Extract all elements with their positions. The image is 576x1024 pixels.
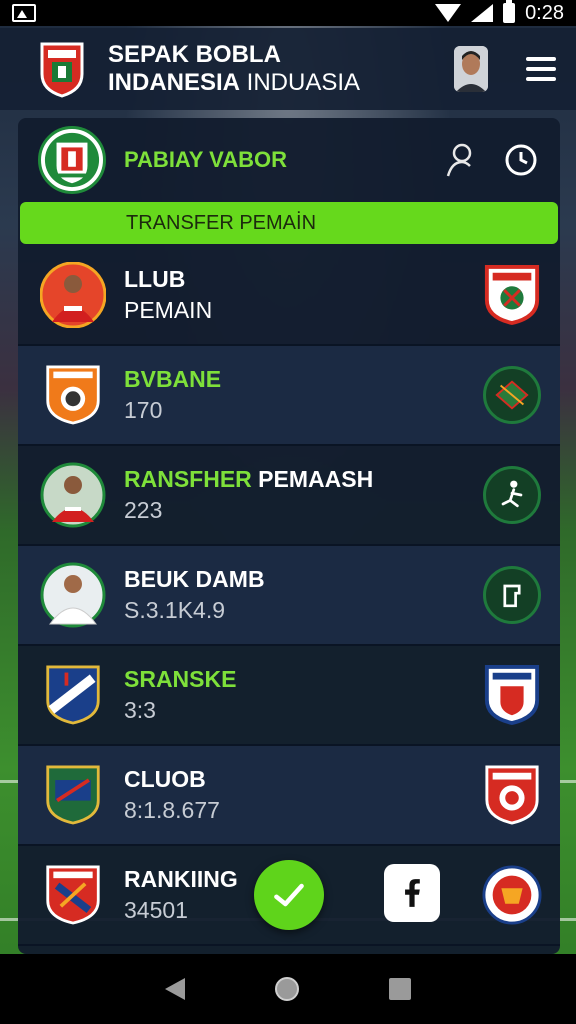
club-header: PABIAY VABOR (18, 118, 560, 202)
club-crest-icon[interactable] (38, 40, 86, 98)
club-crest-icon (40, 762, 106, 828)
app-header: SEPAK BOBLA INDANESIA INDUASIA (0, 28, 576, 110)
list-item-subtitle: S.3.1K4.9 (124, 597, 226, 623)
player-avatar (40, 462, 106, 528)
user-icon[interactable] (444, 142, 476, 178)
list-item-subtitle: 3:3 (124, 697, 156, 723)
battery-icon (503, 0, 516, 23)
list-item[interactable]: SRANSKE 3:3 (18, 646, 560, 746)
list-item-title-rest: PEMAASH (251, 466, 374, 492)
list-item-subtitle: 223 (124, 497, 163, 523)
list-item-title: RANSFHER (124, 466, 252, 492)
confirm-fab-button[interactable] (254, 860, 324, 930)
checkmark-icon (274, 883, 304, 907)
club-crest-icon (40, 362, 106, 428)
list: LLUB PEMAIN BVBANE 170 RANSFHER PEMAASH … (18, 246, 560, 946)
club-badge-icon (482, 662, 542, 728)
list-item-title: SRANSKE (124, 666, 237, 692)
app-title-line2-bold: INDANESIA (108, 69, 241, 96)
list-item[interactable]: CLUOB 8:1.8.677 (18, 746, 560, 846)
transfer-banner-label: TRANSFER PEMAİN (126, 211, 317, 234)
list-item-title: LLUB (124, 266, 186, 292)
running-icon (482, 462, 542, 528)
list-item-subtitle: 8:1.8.677 (124, 797, 220, 823)
home-icon[interactable] (275, 977, 299, 1001)
list-item-title: RANKIING (124, 866, 238, 892)
back-icon[interactable] (165, 978, 185, 1000)
list-item[interactable]: RANSFHER PEMAASH 223 (18, 446, 560, 546)
list-item[interactable]: BVBANE 170 (18, 346, 560, 446)
profile-avatar[interactable] (454, 46, 488, 92)
jersey-icon (482, 562, 542, 628)
list-item[interactable]: BEUK DAMB S.3.1K4.9 (18, 546, 560, 646)
pitch-icon (482, 362, 542, 428)
status-time: 0:28 (525, 1, 564, 24)
list-item-title: CLUOB (124, 766, 206, 792)
facebook-button[interactable] (384, 864, 440, 922)
player-avatar (40, 562, 106, 628)
wifi-icon (435, 4, 462, 22)
status-bar: 0:28 (0, 0, 576, 26)
hamburger-menu-icon[interactable] (526, 57, 556, 81)
facebook-icon (405, 879, 420, 907)
list-item-title: BEUK DAMB (124, 566, 265, 592)
clock-icon[interactable] (504, 143, 538, 177)
app-title: SEPAK BOBLA INDANESIA INDUASIA (108, 41, 360, 97)
list-item-title: BVBANE (124, 366, 222, 392)
club-name: PABIAY VABOR (124, 147, 288, 172)
club-badge-icon (482, 262, 542, 328)
app-title-line2-rest: INDUASIA (240, 69, 361, 96)
signal-icon (471, 4, 494, 22)
list-item-subtitle: PEMAIN (124, 297, 213, 323)
club-logo (38, 126, 106, 194)
club-badge-icon (482, 762, 542, 828)
system-nav-bar (0, 954, 576, 1024)
list-item[interactable]: LLUB PEMAIN (18, 246, 560, 346)
list-item[interactable]: RANKIING 34501 (18, 846, 560, 946)
transfer-banner[interactable]: TRANSFER PEMAİN (20, 202, 558, 244)
player-avatar (40, 262, 106, 328)
list-item-subtitle: 170 (124, 397, 163, 423)
gallery-notification-icon (12, 4, 36, 22)
main-card: PABIAY VABOR TRANSFER PEMAİN LLUB PEMAIN… (18, 118, 560, 954)
club-badge-icon (482, 862, 542, 928)
app-title-line1: SEPAK BOBLA (108, 41, 281, 68)
club-crest-icon (40, 862, 106, 928)
list-item-subtitle: 34501 (124, 897, 188, 923)
club-crest-icon (40, 662, 106, 728)
recent-apps-icon[interactable] (389, 978, 411, 1000)
